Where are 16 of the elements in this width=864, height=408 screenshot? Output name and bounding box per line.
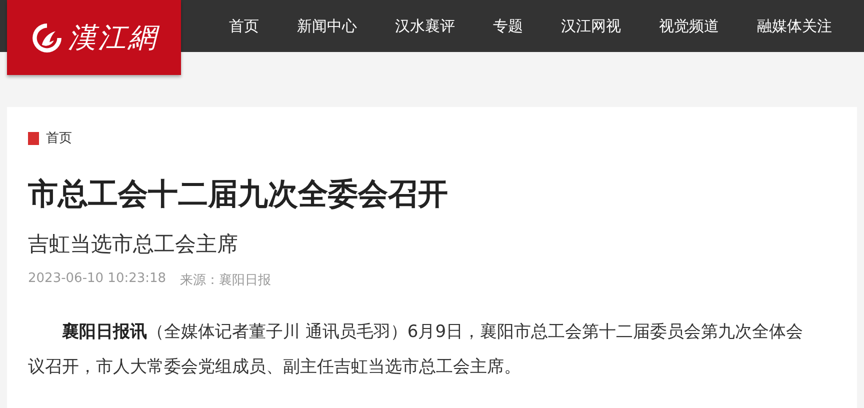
nav-link[interactable]: 首页 <box>210 0 278 52</box>
breadcrumb-link[interactable]: 首页 <box>46 129 72 147</box>
nav-link[interactable]: 汉江网视 <box>542 0 640 52</box>
swirl-emblem-icon <box>30 20 64 54</box>
article-source: 来源：襄阳日报 <box>180 272 272 289</box>
nav-link[interactable]: 新闻中心 <box>278 0 376 52</box>
breadcrumb-marker-icon <box>28 132 39 144</box>
nav-link[interactable]: 视觉频道 <box>640 0 738 52</box>
nav-link[interactable]: 汉水襄评 <box>376 0 474 52</box>
article-title: 市总工会十二届九次全委会召开 <box>28 176 449 214</box>
article-subtitle: 吉虹当选市总工会主席 <box>28 231 239 258</box>
publish-time: 2023-06-10 10:23:18 <box>28 271 166 288</box>
nav-link[interactable]: 专题 <box>474 0 542 52</box>
site-logo[interactable]: 漢江網 <box>7 0 181 75</box>
nav-link[interactable]: 融媒体关注 <box>738 0 851 52</box>
article-paragraph: 襄阳日报讯（全媒体记者董子川 通讯员毛羽）6月9日，襄阳市总工会第十二届委员会第九次全体会议召开，市人大常委会党组成员、副主任吉虹当选市总工会主席。 <box>28 321 804 379</box>
